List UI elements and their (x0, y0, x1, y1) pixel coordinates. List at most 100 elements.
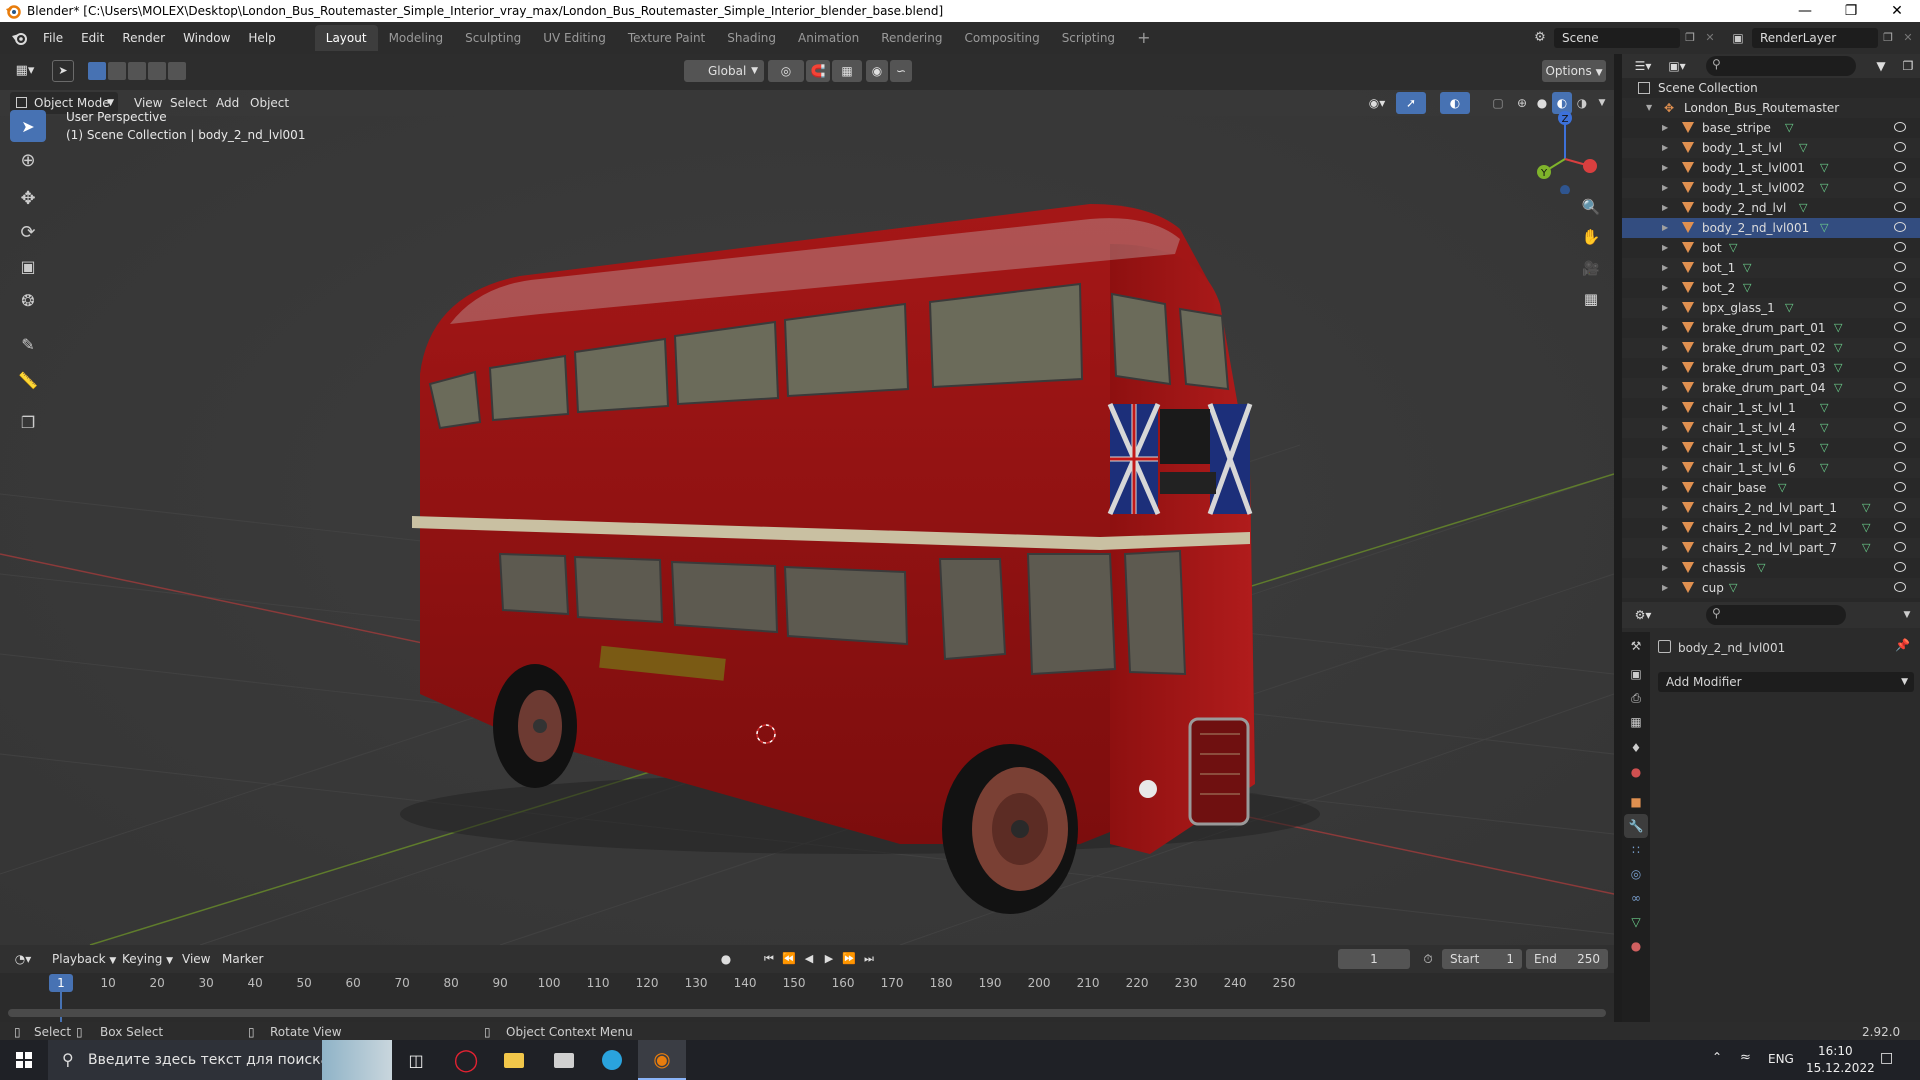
select-new-icon[interactable] (88, 62, 106, 80)
outliner-item[interactable]: ▶ chair_base ▽ (1622, 478, 1920, 498)
start-frame-field[interactable]: Start 1 (1442, 949, 1522, 969)
display-mode-dropdown[interactable]: ▣▾ (1662, 56, 1692, 76)
eye-icon[interactable] (1894, 222, 1906, 232)
current-frame-field[interactable]: 1 (1338, 949, 1410, 969)
menu-render[interactable]: Render (113, 27, 174, 49)
move-tool[interactable]: ✥ (10, 182, 46, 214)
outliner-search-input[interactable]: ⚲ (1706, 56, 1856, 76)
snap-target-dropdown[interactable]: ▦ (832, 60, 862, 82)
tab-output[interactable]: ⎙ (1624, 686, 1648, 710)
mail-app[interactable] (540, 1040, 588, 1080)
eye-icon[interactable] (1894, 282, 1906, 292)
view-layer-new-icon[interactable]: ❐ (1878, 28, 1898, 48)
expand-arrow-icon[interactable]: ▶ (1662, 518, 1668, 538)
expand-arrow-icon[interactable]: ▶ (1662, 318, 1668, 338)
gizmo-toggle[interactable]: ➚ (1396, 92, 1426, 114)
zoom-view-button[interactable]: 🔍 (1578, 194, 1604, 220)
outliner-item[interactable]: ▶ chairs_2_nd_lvl_part_1 ▽ (1622, 498, 1920, 518)
pan-view-button[interactable]: ✋ (1578, 224, 1604, 250)
outliner-item[interactable]: ▶ chassis ▽ (1622, 558, 1920, 578)
eye-icon[interactable] (1894, 482, 1906, 492)
restore-button[interactable]: ❐ (1828, 0, 1874, 22)
select-extend-icon[interactable] (108, 62, 126, 80)
outliner-item[interactable]: ▶ chair_1_st_lvl_1 ▽ (1622, 398, 1920, 418)
eye-icon[interactable] (1894, 122, 1906, 132)
outliner-item[interactable]: ▶ body_1_st_lvl ▽ (1622, 138, 1920, 158)
eye-icon[interactable] (1894, 142, 1906, 152)
scene-selector-icon[interactable]: ⚙ (1526, 28, 1554, 48)
task-view-button[interactable]: ◫ (392, 1040, 440, 1080)
tab-scripting[interactable]: Scripting (1051, 25, 1126, 51)
expand-arrow-icon[interactable]: ▶ (1662, 398, 1668, 418)
start-button[interactable] (0, 1040, 48, 1080)
tab-data[interactable]: ▽ (1624, 910, 1648, 934)
snap-toggle[interactable]: 🧲 (806, 60, 830, 82)
tray-chevron-icon[interactable]: ⌃ (1712, 1050, 1722, 1064)
eye-icon[interactable] (1894, 422, 1906, 432)
3d-viewport[interactable]: ▦▾ ➤ Global ▼ ◎ 🧲 ▦ ◉ ∽ Options ▼ Object… (0, 54, 1614, 945)
expand-arrow-icon[interactable]: ▶ (1662, 338, 1668, 358)
eye-icon[interactable] (1894, 402, 1906, 412)
properties-options-dropdown[interactable]: ▼ (1898, 605, 1916, 625)
eye-icon[interactable] (1894, 582, 1906, 592)
outliner-item[interactable]: ▶ brake_drum_part_03 ▽ (1622, 358, 1920, 378)
outliner-item[interactable]: ▶ brake_drum_part_04 ▽ (1622, 378, 1920, 398)
blender-app[interactable]: ◉ (638, 1040, 686, 1080)
timeline-scrollbar[interactable] (8, 1009, 1606, 1017)
expand-arrow-icon[interactable]: ▶ (1662, 538, 1668, 558)
outliner-item[interactable]: ▶ chair_1_st_lvl_4 ▽ (1622, 418, 1920, 438)
menu-edit[interactable]: Edit (72, 27, 113, 49)
outliner-item[interactable]: ▶ cup ▽ (1622, 578, 1920, 598)
eye-icon[interactable] (1894, 242, 1906, 252)
expand-arrow-icon[interactable]: ▶ (1662, 278, 1668, 298)
tab-texture-paint[interactable]: Texture Paint (617, 25, 716, 51)
timeline-editor-type-button[interactable]: ◔▾ (8, 949, 38, 969)
eye-icon[interactable] (1894, 502, 1906, 512)
outliner-item[interactable]: ▶ chair_1_st_lvl_5 ▽ (1622, 438, 1920, 458)
notifications-icon[interactable]: □ (1880, 1050, 1893, 1066)
close-button[interactable]: ✕ (1874, 0, 1920, 22)
tab-layout[interactable]: Layout (314, 25, 378, 51)
visibility-dropdown[interactable]: ◉▾ (1362, 92, 1392, 114)
eye-icon[interactable] (1894, 362, 1906, 372)
eye-icon[interactable] (1894, 462, 1906, 472)
add-cube-tool[interactable]: ❐ (10, 406, 46, 438)
eye-icon[interactable] (1894, 182, 1906, 192)
opera-app[interactable]: ◯ (442, 1040, 490, 1080)
expand-arrow-icon[interactable]: ▶ (1662, 418, 1668, 438)
outliner-item[interactable]: ▶ chairs_2_nd_lvl_part_2 ▽ (1622, 518, 1920, 538)
menu-file[interactable]: File (34, 27, 72, 49)
add-workspace-button[interactable]: + (1126, 25, 1161, 51)
taskbar-search-input[interactable]: ⚲ Введите здесь текст для поиска (48, 1040, 392, 1080)
network-icon[interactable]: ≈ (1740, 1050, 1751, 1065)
jump-keyframe-back-button[interactable]: ⏪ (780, 949, 798, 969)
outliner-item[interactable]: ▶ bot ▽ (1622, 238, 1920, 258)
filter-dropdown[interactable]: ▼ (1866, 56, 1896, 76)
new-collection-button[interactable]: ❐ (1898, 56, 1918, 76)
expand-arrow-icon[interactable]: ▶ (1662, 178, 1668, 198)
proportional-falloff-dropdown[interactable]: ∽ (890, 60, 912, 82)
jump-keyframe-forward-button[interactable]: ⏩ (840, 949, 858, 969)
blender-menu-icon[interactable] (6, 28, 34, 48)
expand-arrow-icon[interactable]: ▶ (1662, 498, 1668, 518)
tab-modifiers[interactable]: 🔧 (1624, 814, 1648, 838)
transform-tool[interactable]: ❂ (10, 284, 46, 316)
scale-tool[interactable]: ▣ (10, 250, 46, 282)
eye-icon[interactable] (1894, 262, 1906, 272)
tab-render[interactable]: ▣ (1624, 662, 1648, 686)
expand-arrow-icon[interactable]: ▶ (1662, 478, 1668, 498)
eye-icon[interactable] (1894, 202, 1906, 212)
menu-add[interactable]: Add (210, 92, 245, 114)
menu-view-timeline[interactable]: View (176, 948, 216, 970)
eye-icon[interactable] (1894, 522, 1906, 532)
tab-world[interactable]: ● (1624, 760, 1648, 784)
menu-select[interactable]: Select (164, 92, 213, 114)
outliner-item[interactable]: ▶ chairs_2_nd_lvl_part_7 ▽ (1622, 538, 1920, 558)
clock-date[interactable]: 15.12.2022 (1806, 1061, 1875, 1075)
tab-object[interactable]: ■ (1624, 790, 1648, 814)
eye-icon[interactable] (1894, 342, 1906, 352)
jump-start-button[interactable]: ⏮ (760, 949, 778, 969)
expand-arrow-icon[interactable]: ▶ (1662, 358, 1668, 378)
tab-particles[interactable]: ∷ (1624, 838, 1648, 862)
expand-arrow-icon[interactable]: ▶ (1662, 298, 1668, 318)
